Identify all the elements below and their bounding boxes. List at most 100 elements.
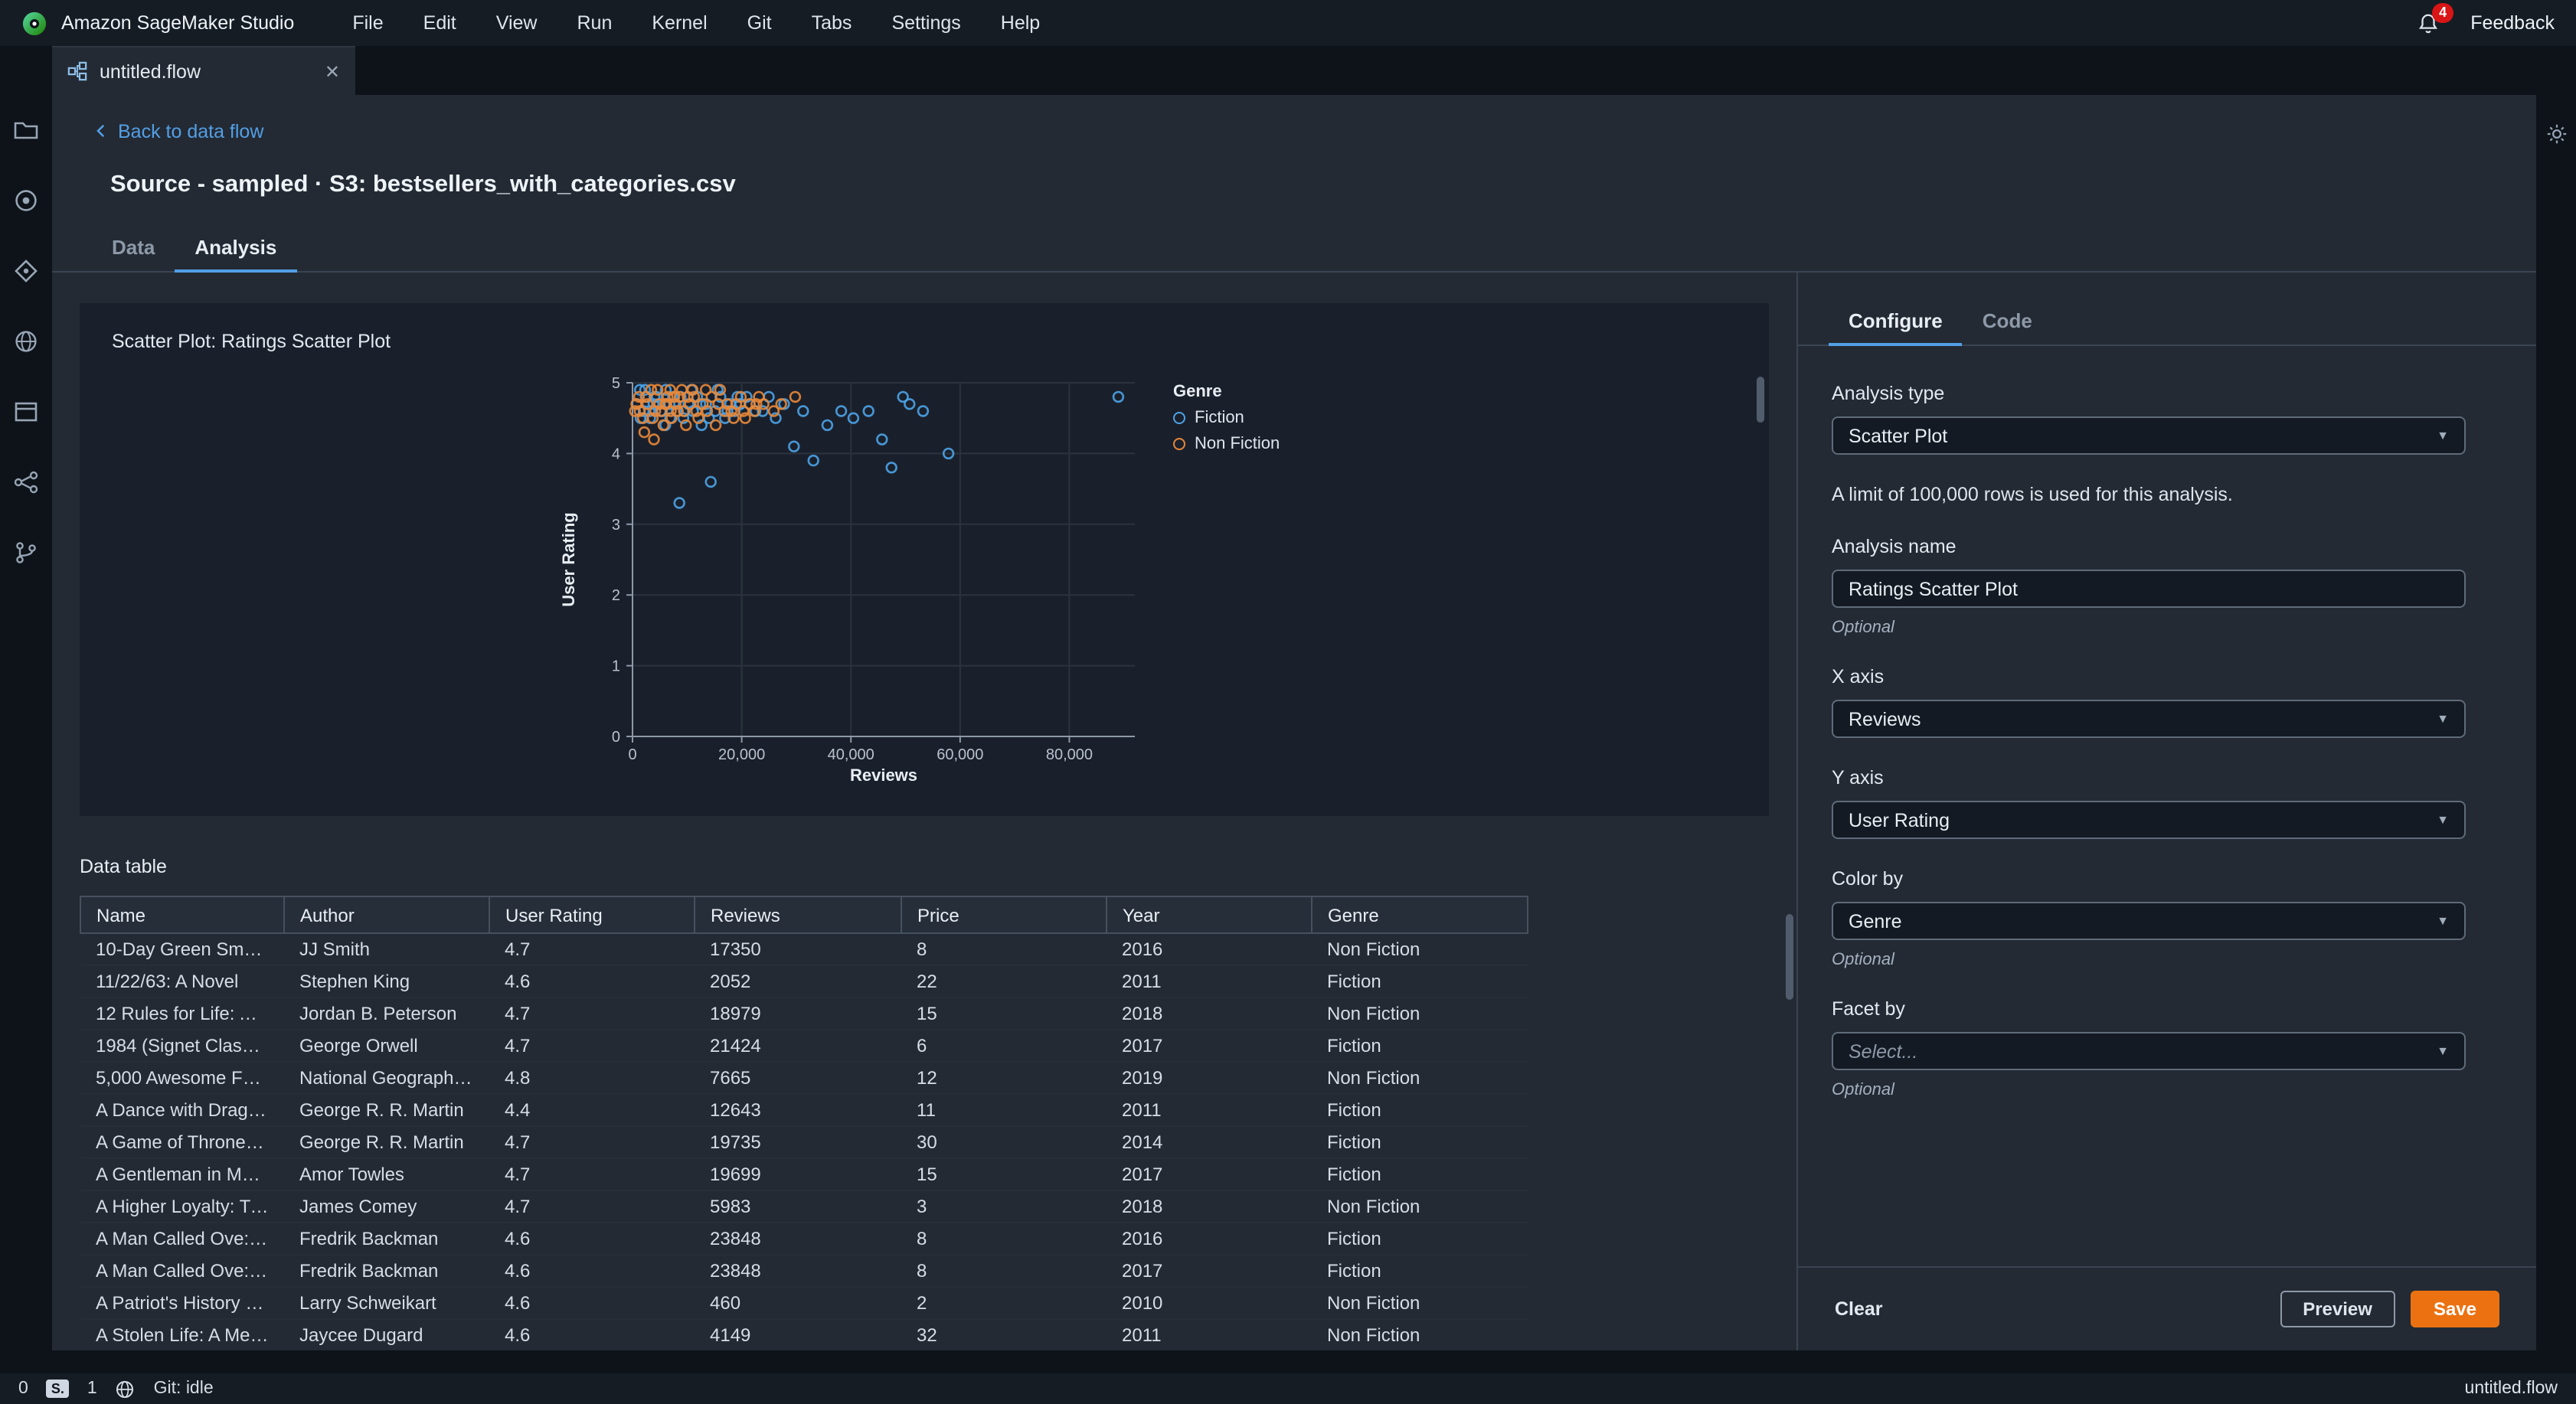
table-cell: 4149 (695, 1319, 901, 1350)
y-axis-field: Y axis User Rating ▼ (1832, 767, 2466, 839)
notifications-button[interactable]: 4 (2417, 2, 2454, 34)
chart-scrollbar-thumb[interactable] (1757, 377, 1764, 423)
table-row[interactable]: A Man Called Ove: A No...Fredrik Backman… (80, 1255, 1528, 1288)
pipelines-icon[interactable] (11, 467, 41, 496)
kernels-count[interactable]: 1 (87, 1380, 97, 1398)
menu-kernel[interactable]: Kernel (652, 12, 707, 34)
column-header[interactable]: User Rating (489, 896, 695, 934)
table-cell: Jaycee Dugard (284, 1319, 489, 1350)
table-cell: 2017 (1107, 1158, 1312, 1191)
menu-edit[interactable]: Edit (423, 12, 456, 34)
table-cell: 5983 (695, 1190, 901, 1223)
table-cell: Non Fiction (1312, 1319, 1528, 1350)
analysis-type-select[interactable]: Scatter Plot ▼ (1832, 416, 2466, 455)
menu-tabs[interactable]: Tabs (812, 12, 852, 34)
svg-text:20,000: 20,000 (718, 746, 765, 763)
menu-settings[interactable]: Settings (891, 12, 960, 34)
status-bar: 0 S. 1 Git: idle untitled.flow (0, 1373, 2576, 1404)
y-axis-select[interactable]: User Rating ▼ (1832, 801, 2466, 839)
git-status[interactable]: Git: idle (154, 1380, 214, 1398)
color-by-select[interactable]: Genre ▼ (1832, 902, 2466, 940)
tab-untitled-flow[interactable]: untitled.flow ✕ (52, 46, 355, 95)
tab-close-icon[interactable]: ✕ (325, 60, 340, 82)
table-cell: A Man Called Ove: A No... (80, 1255, 284, 1288)
table-cell: Fiction (1312, 965, 1528, 998)
y-axis-label: Y axis (1832, 767, 1884, 789)
preview-button[interactable]: Preview (2280, 1291, 2395, 1327)
table-cell: 18979 (695, 997, 901, 1030)
table-cell: 460 (695, 1287, 901, 1320)
table-row[interactable]: A Stolen Life: A Memoir Jaycee Dugard 4.6 4… (80, 1319, 1528, 1350)
table-cell: James Comey (284, 1190, 489, 1223)
file-browser-icon[interactable] (11, 115, 41, 144)
table-row[interactable]: 5,000 Awesome Facts (... National Geograp… (80, 1062, 1528, 1095)
data-table-title: Data table (80, 856, 167, 877)
clusters-icon[interactable] (11, 326, 41, 355)
column-header[interactable]: Author (283, 896, 490, 934)
table-row[interactable]: 11/22/63: A Novel Stephen King 4.6 2052 22 20… (80, 965, 1528, 998)
legend-item-nonfiction[interactable]: Non Fiction (1173, 435, 1280, 453)
save-button[interactable]: Save (2410, 1291, 2499, 1327)
table-row[interactable]: A Patriot's History of th... Larry Schwei… (80, 1287, 1528, 1320)
tab-data[interactable]: Data (92, 224, 175, 271)
tab-analysis[interactable]: Analysis (175, 224, 298, 273)
table-cell: 11/22/63: A Novel (80, 965, 284, 998)
menu-view[interactable]: View (496, 12, 538, 34)
table-cell: National Geographic Kids (284, 1062, 489, 1095)
clear-button[interactable]: Clear (1835, 1292, 1883, 1326)
table-row[interactable]: 10-Day Green Smoothi... JJ Smith 4.7 17350 8… (80, 933, 1528, 966)
menu-run[interactable]: Run (577, 12, 613, 34)
legend-item-fiction[interactable]: Fiction (1173, 409, 1280, 427)
property-inspector-icon[interactable] (11, 397, 41, 426)
table-cell: Fiction (1312, 1030, 1528, 1063)
experiments-icon[interactable] (11, 537, 41, 566)
table-cell: Amor Towles (284, 1158, 489, 1191)
scatter-plot-panel: Scatter Plot: Ratings Scatter Plot 0 1 2 3 4… (80, 303, 1769, 816)
table-cell: Fiction (1312, 1158, 1528, 1191)
table-cell: 19699 (695, 1158, 901, 1191)
table-row[interactable]: 1984 (Signet Classics) George Orwell 4.7 21… (80, 1030, 1528, 1063)
table-row[interactable]: A Game of Thrones / A ... George R. R. Ma… (80, 1126, 1528, 1159)
chevron-down-icon: ▼ (2437, 1044, 2449, 1058)
chart-title: Scatter Plot: Ratings Scatter Plot (112, 331, 391, 352)
analysis-name-input[interactable] (1832, 570, 2466, 608)
table-row[interactable]: A Dance with Dragons (... George R. R. Ma… (80, 1094, 1528, 1127)
svg-text:2: 2 (612, 587, 620, 604)
tab-configure[interactable]: Configure (1829, 297, 1963, 346)
app-title: Amazon SageMaker Studio (61, 12, 295, 34)
config-tabs: Configure Code (1798, 297, 2536, 346)
x-axis-select[interactable]: Reviews ▼ (1832, 700, 2466, 738)
column-header[interactable]: Genre (1311, 896, 1528, 934)
column-header[interactable]: Name (80, 896, 285, 934)
tab-code[interactable]: Code (1963, 297, 2052, 344)
table-row[interactable]: A Gentleman in Mosco... Amor Towles 4.7 196… (80, 1158, 1528, 1191)
column-header[interactable]: Price (901, 896, 1107, 934)
terminals-count[interactable]: 0 (18, 1380, 28, 1398)
column-header[interactable]: Year (1106, 896, 1313, 934)
feedback-button[interactable]: Feedback (2470, 12, 2555, 34)
table-cell: 4.8 (489, 1062, 695, 1095)
pane-scrollbar-thumb[interactable] (1786, 914, 1793, 1000)
menu-git[interactable]: Git (747, 12, 772, 34)
gear-icon[interactable] (2542, 119, 2571, 149)
git-icon[interactable] (11, 256, 41, 285)
table-cell: 4.7 (489, 933, 695, 966)
back-to-data-flow-link[interactable]: Back to data flow (95, 120, 263, 142)
facet-by-select[interactable]: Select... ▼ (1832, 1032, 2466, 1070)
table-row[interactable]: A Higher Loyalty: Truth,... James Comey 4.… (80, 1190, 1528, 1223)
current-file-name: untitled.flow (2464, 1380, 2558, 1398)
optional-hint: Optional (1832, 619, 1894, 637)
color-by-value: Genre (1849, 910, 1902, 932)
analysis-results-pane: Scatter Plot: Ratings Scatter Plot 01234… (52, 273, 1796, 1350)
table-cell: A Higher Loyalty: Truth,... (80, 1190, 284, 1223)
table-cell: 23848 (695, 1223, 901, 1255)
table-cell: 22 (901, 965, 1107, 998)
column-header[interactable]: Reviews (694, 896, 902, 934)
globe-icon[interactable] (116, 1379, 136, 1399)
table-row[interactable]: 12 Rules for Life: An An... Jordan B. Pet… (80, 997, 1528, 1030)
kernel-sessions-badge[interactable]: S. (46, 1380, 69, 1398)
table-row[interactable]: A Man Called Ove: A No...Fredrik Backman… (80, 1223, 1528, 1255)
running-terminals-icon[interactable] (11, 185, 41, 214)
menu-help[interactable]: Help (1001, 12, 1040, 34)
menu-file[interactable]: File (352, 12, 383, 34)
